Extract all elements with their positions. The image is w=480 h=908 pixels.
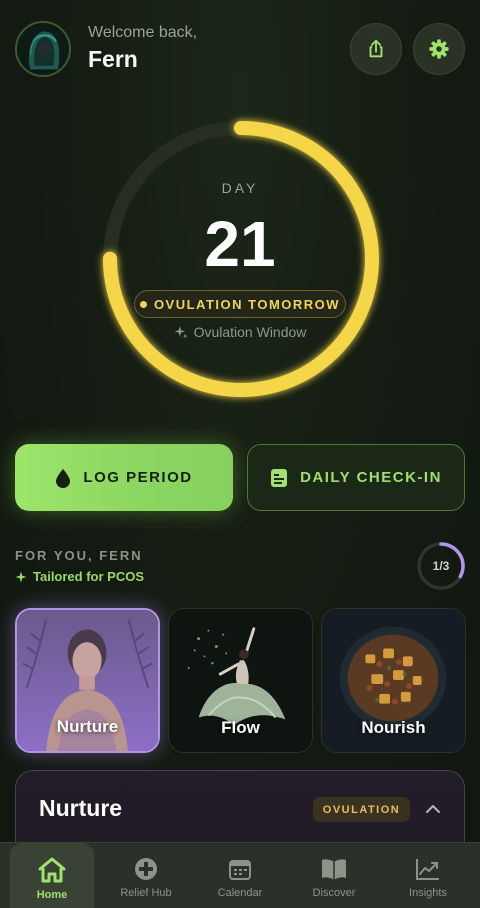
settings-button[interactable] (413, 23, 465, 75)
status-dot (139, 300, 147, 308)
gear-icon (429, 39, 449, 59)
day-label: DAY (221, 180, 259, 196)
avatar[interactable] (15, 21, 71, 77)
checklist-icon (271, 468, 288, 487)
tab-relief-hub[interactable]: Relief Hub (104, 843, 188, 908)
tab-insights-label: Insights (409, 887, 447, 899)
book-icon (322, 859, 346, 880)
drop-icon (56, 468, 71, 488)
share-icon (369, 39, 383, 58)
tab-calendar-label: Calendar (217, 887, 263, 899)
ovulation-window-text: Ovulation Window (193, 324, 307, 340)
calendar-icon (229, 860, 251, 880)
plus-circle-icon (135, 858, 157, 880)
tab-home-label: Home (36, 889, 68, 901)
card-flow[interactable]: Flow (168, 608, 313, 753)
home-icon (38, 857, 66, 883)
section-heading: FOR YOU, FERN (15, 548, 143, 563)
chevron-up-icon[interactable] (422, 798, 444, 820)
share-button[interactable] (350, 23, 402, 75)
tab-discover[interactable]: Discover (292, 843, 376, 908)
card-nurture-label: Nurture (56, 717, 119, 736)
log-period-label: LOG PERIOD (83, 469, 193, 486)
card-nourish[interactable]: Nourish (321, 608, 466, 753)
tab-home[interactable]: Home (10, 843, 94, 908)
phase-badge: OVULATION (313, 797, 410, 822)
tab-discover-label: Discover (312, 887, 356, 899)
card-nurture[interactable]: Nurture (15, 608, 160, 753)
user-name: Fern (88, 46, 138, 72)
content-progress-text: 1/3 (432, 559, 450, 573)
tailored-text: Tailored for PCOS (33, 569, 144, 584)
cycle-day-number: 21 (204, 208, 276, 280)
tab-insights[interactable]: Insights (386, 843, 470, 908)
avatar-image (17, 23, 69, 75)
daily-checkin-label: DAILY CHECK-IN (300, 469, 442, 486)
tailored-label: Tailored for PCOS (15, 569, 144, 584)
panel-title: Nurture (39, 795, 123, 821)
ovulation-window: Ovulation Window (0, 324, 480, 340)
card-flow-label: Flow (221, 718, 260, 737)
welcome-text: Welcome back, (88, 24, 198, 41)
tab-relief-hub-label: Relief Hub (120, 887, 172, 899)
card-nourish-label: Nourish (361, 718, 426, 737)
bottom-tab-bar: Home Relief Hub Calendar Discover Insigh… (0, 842, 480, 908)
trend-chart-icon (416, 859, 439, 880)
log-period-button[interactable]: LOG PERIOD (15, 444, 233, 511)
sparkle-icon (174, 326, 187, 339)
sparkle-icon (15, 571, 27, 582)
tab-calendar[interactable]: Calendar (198, 843, 282, 908)
daily-checkin-button[interactable]: DAILY CHECK-IN (247, 444, 465, 511)
ovulation-status-text: OVULATION TOMORROW (153, 296, 341, 312)
ovulation-status-badge: OVULATION TOMORROW (134, 290, 346, 318)
